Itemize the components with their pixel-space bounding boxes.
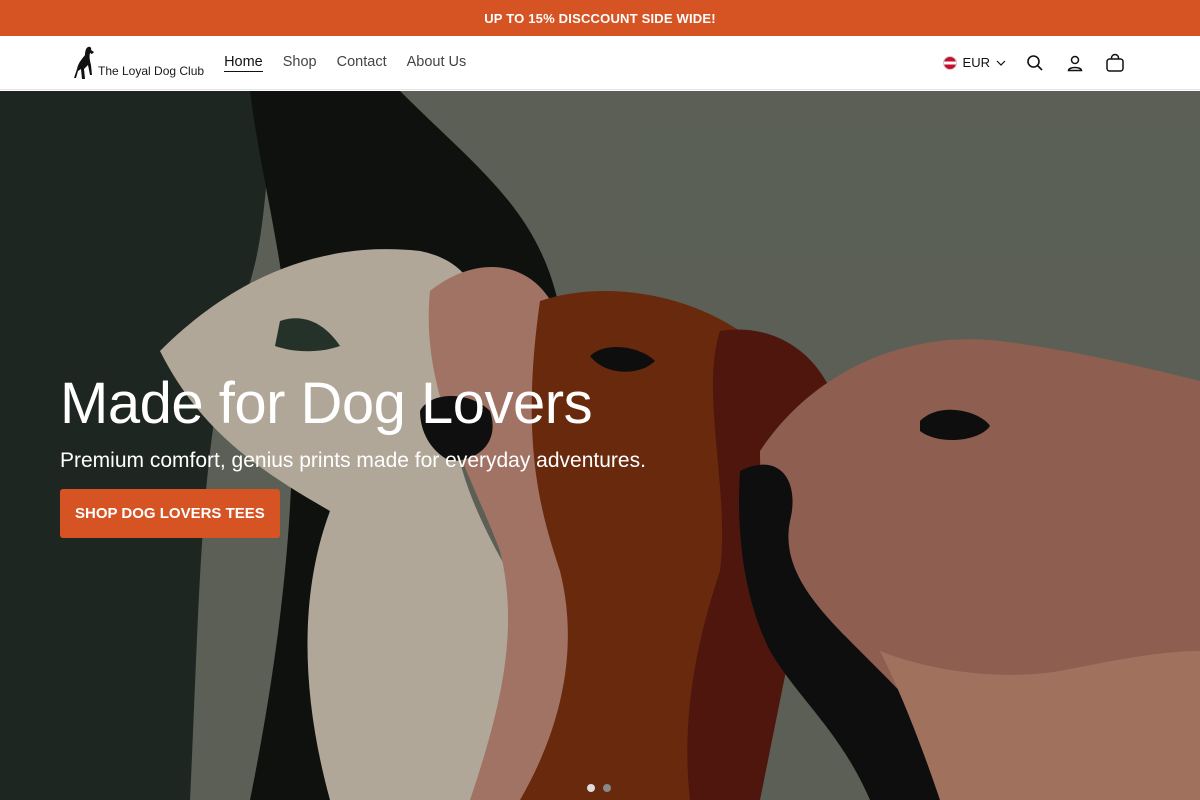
search-icon bbox=[1027, 54, 1043, 71]
slide-dot-2[interactable] bbox=[603, 784, 611, 792]
hero-banner: Made for Dog Lovers Premium comfort, gen… bbox=[0, 91, 1200, 800]
hero-content: Made for Dog Lovers Premium comfort, gen… bbox=[60, 371, 646, 538]
announcement-text: UP TO 15% DISCCOUNT SIDE WIDE! bbox=[484, 10, 716, 26]
currency-selector[interactable]: EUR bbox=[942, 55, 1006, 70]
header-tools: EUR bbox=[942, 52, 1126, 74]
hero-subtitle: Premium comfort, genius prints made for … bbox=[60, 449, 646, 472]
cart-icon bbox=[1106, 53, 1124, 72]
nav-shop[interactable]: Shop bbox=[283, 54, 317, 72]
hero-title: Made for Dog Lovers bbox=[60, 371, 593, 436]
dog-logo-icon bbox=[74, 46, 94, 79]
austria-flag-icon bbox=[942, 55, 957, 70]
slide-dot-1[interactable] bbox=[587, 784, 595, 792]
announcement-bar: UP TO 15% DISCCOUNT SIDE WIDE! bbox=[0, 0, 1200, 36]
chevron-down-icon bbox=[996, 60, 1006, 66]
logo-text: The Loyal Dog Club bbox=[98, 63, 205, 78]
shop-dog-lovers-tees-button[interactable]: SHOP DOG LOVERS TEES bbox=[60, 489, 280, 538]
main-nav: Home Shop Contact About Us bbox=[224, 54, 466, 72]
cart-button[interactable] bbox=[1104, 52, 1126, 74]
site-header: The Loyal Dog Club Home Shop Contact Abo… bbox=[0, 36, 1200, 90]
account-icon bbox=[1067, 55, 1083, 71]
nav-about-us[interactable]: About Us bbox=[407, 54, 467, 72]
nav-contact[interactable]: Contact bbox=[337, 54, 387, 72]
nav-home[interactable]: Home bbox=[224, 54, 263, 72]
logo[interactable]: The Loyal Dog Club bbox=[74, 45, 204, 81]
account-button[interactable] bbox=[1064, 52, 1086, 74]
search-button[interactable] bbox=[1024, 52, 1046, 74]
slideshow-dots bbox=[587, 784, 611, 792]
currency-label: EUR bbox=[962, 55, 990, 70]
